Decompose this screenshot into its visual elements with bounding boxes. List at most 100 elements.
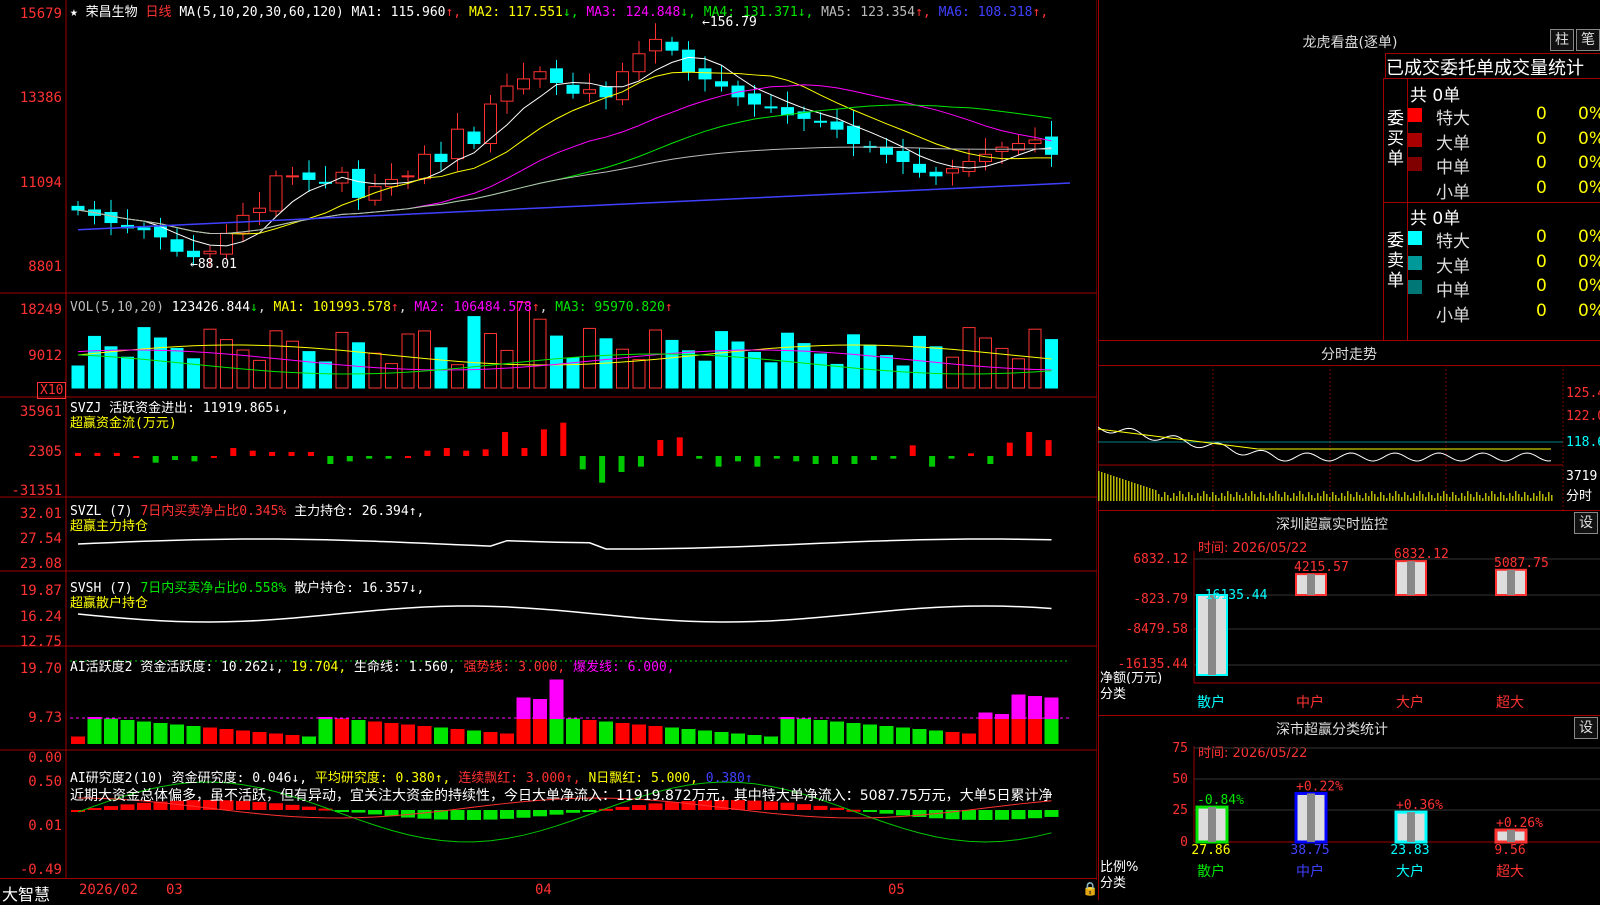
intraday-volume-bar	[1407, 495, 1409, 501]
intraday-volume-bar	[1359, 495, 1361, 501]
intraday-volume-bar	[1239, 495, 1241, 501]
intraday-volume-bar	[1350, 494, 1352, 501]
fund-flow-bar	[637, 456, 644, 467]
sz-class-category: 散户	[1197, 863, 1225, 880]
volume-bar	[830, 363, 844, 389]
fund-flow-bar	[599, 456, 606, 483]
research-bar	[830, 807, 844, 810]
color-swatch	[1408, 231, 1422, 245]
sz-monitor-bar-shade	[1208, 595, 1216, 675]
sz-monitor-bar-shade	[1507, 569, 1515, 595]
sell-total: 共 0单	[1410, 209, 1461, 229]
fund-flow-bar	[676, 437, 683, 456]
fund-flow-bar	[909, 445, 916, 456]
volume-bar	[632, 359, 646, 389]
candle-body	[187, 250, 200, 258]
intraday-volume-bar	[1305, 497, 1307, 501]
volume-bar	[88, 335, 101, 389]
intraday-volume-bar	[1164, 492, 1166, 501]
volume-bar	[583, 327, 596, 389]
intraday-volume-bar	[1251, 491, 1253, 501]
intraday-volume-bar	[1176, 496, 1178, 501]
activity-bar-top	[995, 714, 1009, 719]
intraday-volume-bar	[1188, 492, 1190, 501]
svsh-tick: 12.75	[19, 634, 62, 650]
activity-bar	[401, 724, 415, 744]
order-count: 0	[1536, 153, 1547, 173]
fund-flow-bar	[696, 456, 703, 459]
fund-flow-bar	[443, 448, 450, 456]
activity-bar	[797, 718, 811, 744]
order-stats-tabs[interactable]: 已成交委托单成交量统计	[1385, 53, 1600, 79]
activity-bar-top	[335, 718, 349, 719]
svzl-tick: 32.01	[19, 506, 62, 522]
intraday-volume-bar	[1152, 489, 1154, 501]
sz-monitor-unit-b: 分类	[1100, 687, 1127, 702]
activity-bar	[813, 720, 828, 744]
order-size-label: 特大	[1436, 109, 1470, 129]
order-count: 0	[1536, 251, 1547, 272]
sz-class-chart[interactable]: 75 50 25 0 -0.84% 27.86 散户 +0.22% 38.75 中户 +0.36% 2…	[1098, 716, 1600, 901]
kline-chart-svg[interactable]: ←156.79 ←88.01	[0, 0, 1097, 880]
intraday-volume-bar	[1494, 494, 1496, 501]
intraday-volume-bar	[1134, 483, 1136, 501]
fund-flow-bar	[540, 429, 547, 456]
sz-monitor-chart[interactable]: 6832.12-823.79-8479.58-16135.44-16135.44…	[1098, 511, 1600, 716]
sz-monitor-tick: -8479.58	[1125, 622, 1188, 637]
intraday-volume-bar	[1149, 488, 1151, 501]
candle-body	[929, 171, 943, 177]
fund-flow-bar	[385, 456, 392, 459]
order-count: 0	[1536, 177, 1547, 198]
intraday-volume-bar	[1218, 498, 1220, 501]
intraday-volume-bar	[1455, 495, 1457, 501]
intraday-volume-bar	[1437, 493, 1439, 501]
sz-class-category: 中户	[1296, 863, 1324, 880]
intraday-volume-bar	[1200, 496, 1202, 501]
intraday-chart[interactable]	[1098, 365, 1600, 511]
activity-bar	[764, 736, 778, 744]
activity-bar	[731, 733, 745, 744]
candle-body	[418, 153, 431, 180]
svsh-tick: 16.24	[19, 609, 62, 625]
activity-bar	[896, 727, 910, 744]
buy-row: 大单 0 0%	[1408, 129, 1600, 154]
candle-body	[962, 160, 976, 173]
activity-bar	[681, 729, 696, 744]
order-size-label: 小单	[1436, 182, 1470, 203]
intraday-volume-bar	[1236, 492, 1238, 501]
volume-bar	[715, 331, 728, 389]
intraday-volume-bar	[1212, 492, 1214, 501]
activity-bar	[417, 726, 432, 744]
research-bar	[896, 810, 910, 816]
ai-research-tick: 0.50	[28, 774, 62, 790]
lock-icon[interactable]: 🔒	[1082, 882, 1098, 897]
volume-bar	[368, 352, 382, 389]
activity-bar	[219, 729, 234, 744]
volume-bar	[352, 342, 365, 389]
vol-tick: 9012	[28, 348, 62, 364]
volume-bar	[731, 341, 745, 389]
main-chart-area[interactable]: ★ 荣昌生物 日线 MA(5,10,20,30,60,120) MA1: 115…	[0, 0, 1097, 880]
stroke-view-button[interactable]: 笔	[1576, 29, 1600, 51]
intraday-volume-bar	[1266, 498, 1268, 501]
activity-bar-top	[780, 717, 795, 719]
sz-class-category: 大户	[1396, 863, 1424, 880]
fund-flow-bar	[579, 456, 586, 470]
fund-flow-bar	[463, 450, 470, 456]
activity-bar-top	[1011, 694, 1026, 719]
intraday-volume-bar	[1461, 493, 1463, 501]
volume-bar	[401, 333, 415, 389]
intraday-panel[interactable]: 分时走势 125.4 122.0 118.6 3719 分时	[1098, 340, 1600, 511]
sz-monitor-category: 大户	[1396, 694, 1424, 711]
column-view-button[interactable]: 柱	[1550, 29, 1574, 51]
buy-side-vlabel: 委买单	[1387, 109, 1404, 169]
candle-body	[368, 186, 382, 201]
ai-active-tick: 0.00	[28, 750, 62, 766]
intraday-volume-bar	[1206, 494, 1208, 501]
intraday-volume-bar	[1296, 496, 1298, 501]
intraday-volume-bar	[1542, 494, 1544, 501]
volume-bar	[797, 343, 811, 389]
candle-body	[137, 227, 151, 231]
sz-monitor-value: -16135.44	[1197, 588, 1268, 603]
intraday-vol-max: 3719	[1566, 469, 1598, 484]
